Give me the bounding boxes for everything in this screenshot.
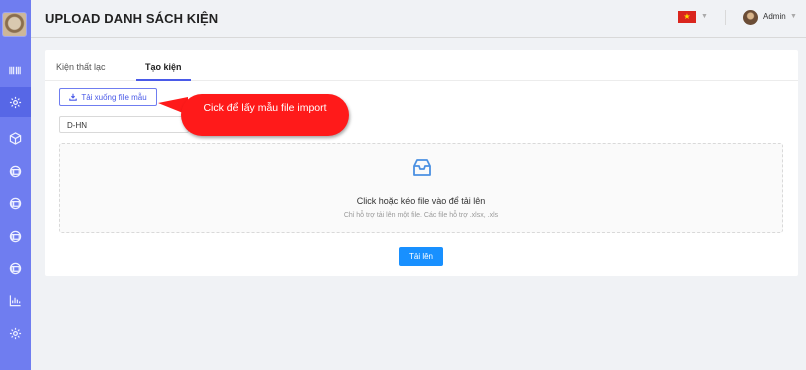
- logo[interactable]: [2, 12, 27, 37]
- language-flag-icon[interactable]: ★: [678, 11, 696, 23]
- avatar[interactable]: [743, 10, 758, 25]
- download-template-label: Tải xuống file mẫu: [81, 92, 147, 102]
- package-icon[interactable]: [6, 194, 24, 212]
- upload-button[interactable]: Tải lên: [399, 247, 443, 266]
- chevron-down-icon[interactable]: ▼: [701, 13, 708, 20]
- callout-text: Cick để lấy mẫu file import: [203, 102, 327, 114]
- tab-create-package[interactable]: Tạo kiện: [145, 62, 182, 72]
- header: UPLOAD DANH SÁCH KIỆN ★ ▼ Admin ▼: [31, 0, 806, 38]
- box-icon[interactable]: [6, 129, 24, 147]
- barcode-icon[interactable]: [6, 61, 24, 79]
- page-title: UPLOAD DANH SÁCH KIỆN: [45, 11, 219, 26]
- chevron-down-icon[interactable]: ▼: [790, 13, 797, 20]
- upload-card: Kiện thất lạc Tạo kiện Tải xuống file mẫ…: [45, 50, 798, 276]
- inbox-icon: [410, 156, 434, 180]
- sidebar: [0, 0, 31, 370]
- package-icon[interactable]: [6, 259, 24, 277]
- tab-lost-packages[interactable]: Kiện thất lạc: [56, 62, 106, 72]
- download-icon: [69, 93, 78, 101]
- annotation-callout: [181, 94, 349, 136]
- dropzone-hint: Chỉ hỗ trợ tải lên một file. Các file hỗ…: [343, 212, 499, 219]
- active-tab-indicator: [136, 79, 191, 81]
- settings-icon[interactable]: [6, 324, 24, 342]
- dropzone-text: Click hoặc kéo file vào để tải lên: [356, 196, 486, 206]
- file-dropzone[interactable]: Click hoặc kéo file vào để tải lên Chỉ h…: [59, 143, 783, 233]
- tab-bar: Kiện thất lạc Tạo kiện: [45, 50, 798, 81]
- header-divider: [725, 10, 726, 25]
- download-template-button[interactable]: Tải xuống file mẫu: [59, 88, 157, 106]
- package-icon[interactable]: [6, 162, 24, 180]
- warehouse-select[interactable]: D-HN: [59, 116, 189, 133]
- package-icon[interactable]: [6, 227, 24, 245]
- chart-icon[interactable]: [6, 291, 24, 309]
- user-name[interactable]: Admin: [763, 12, 786, 21]
- settings-icon[interactable]: [0, 87, 31, 117]
